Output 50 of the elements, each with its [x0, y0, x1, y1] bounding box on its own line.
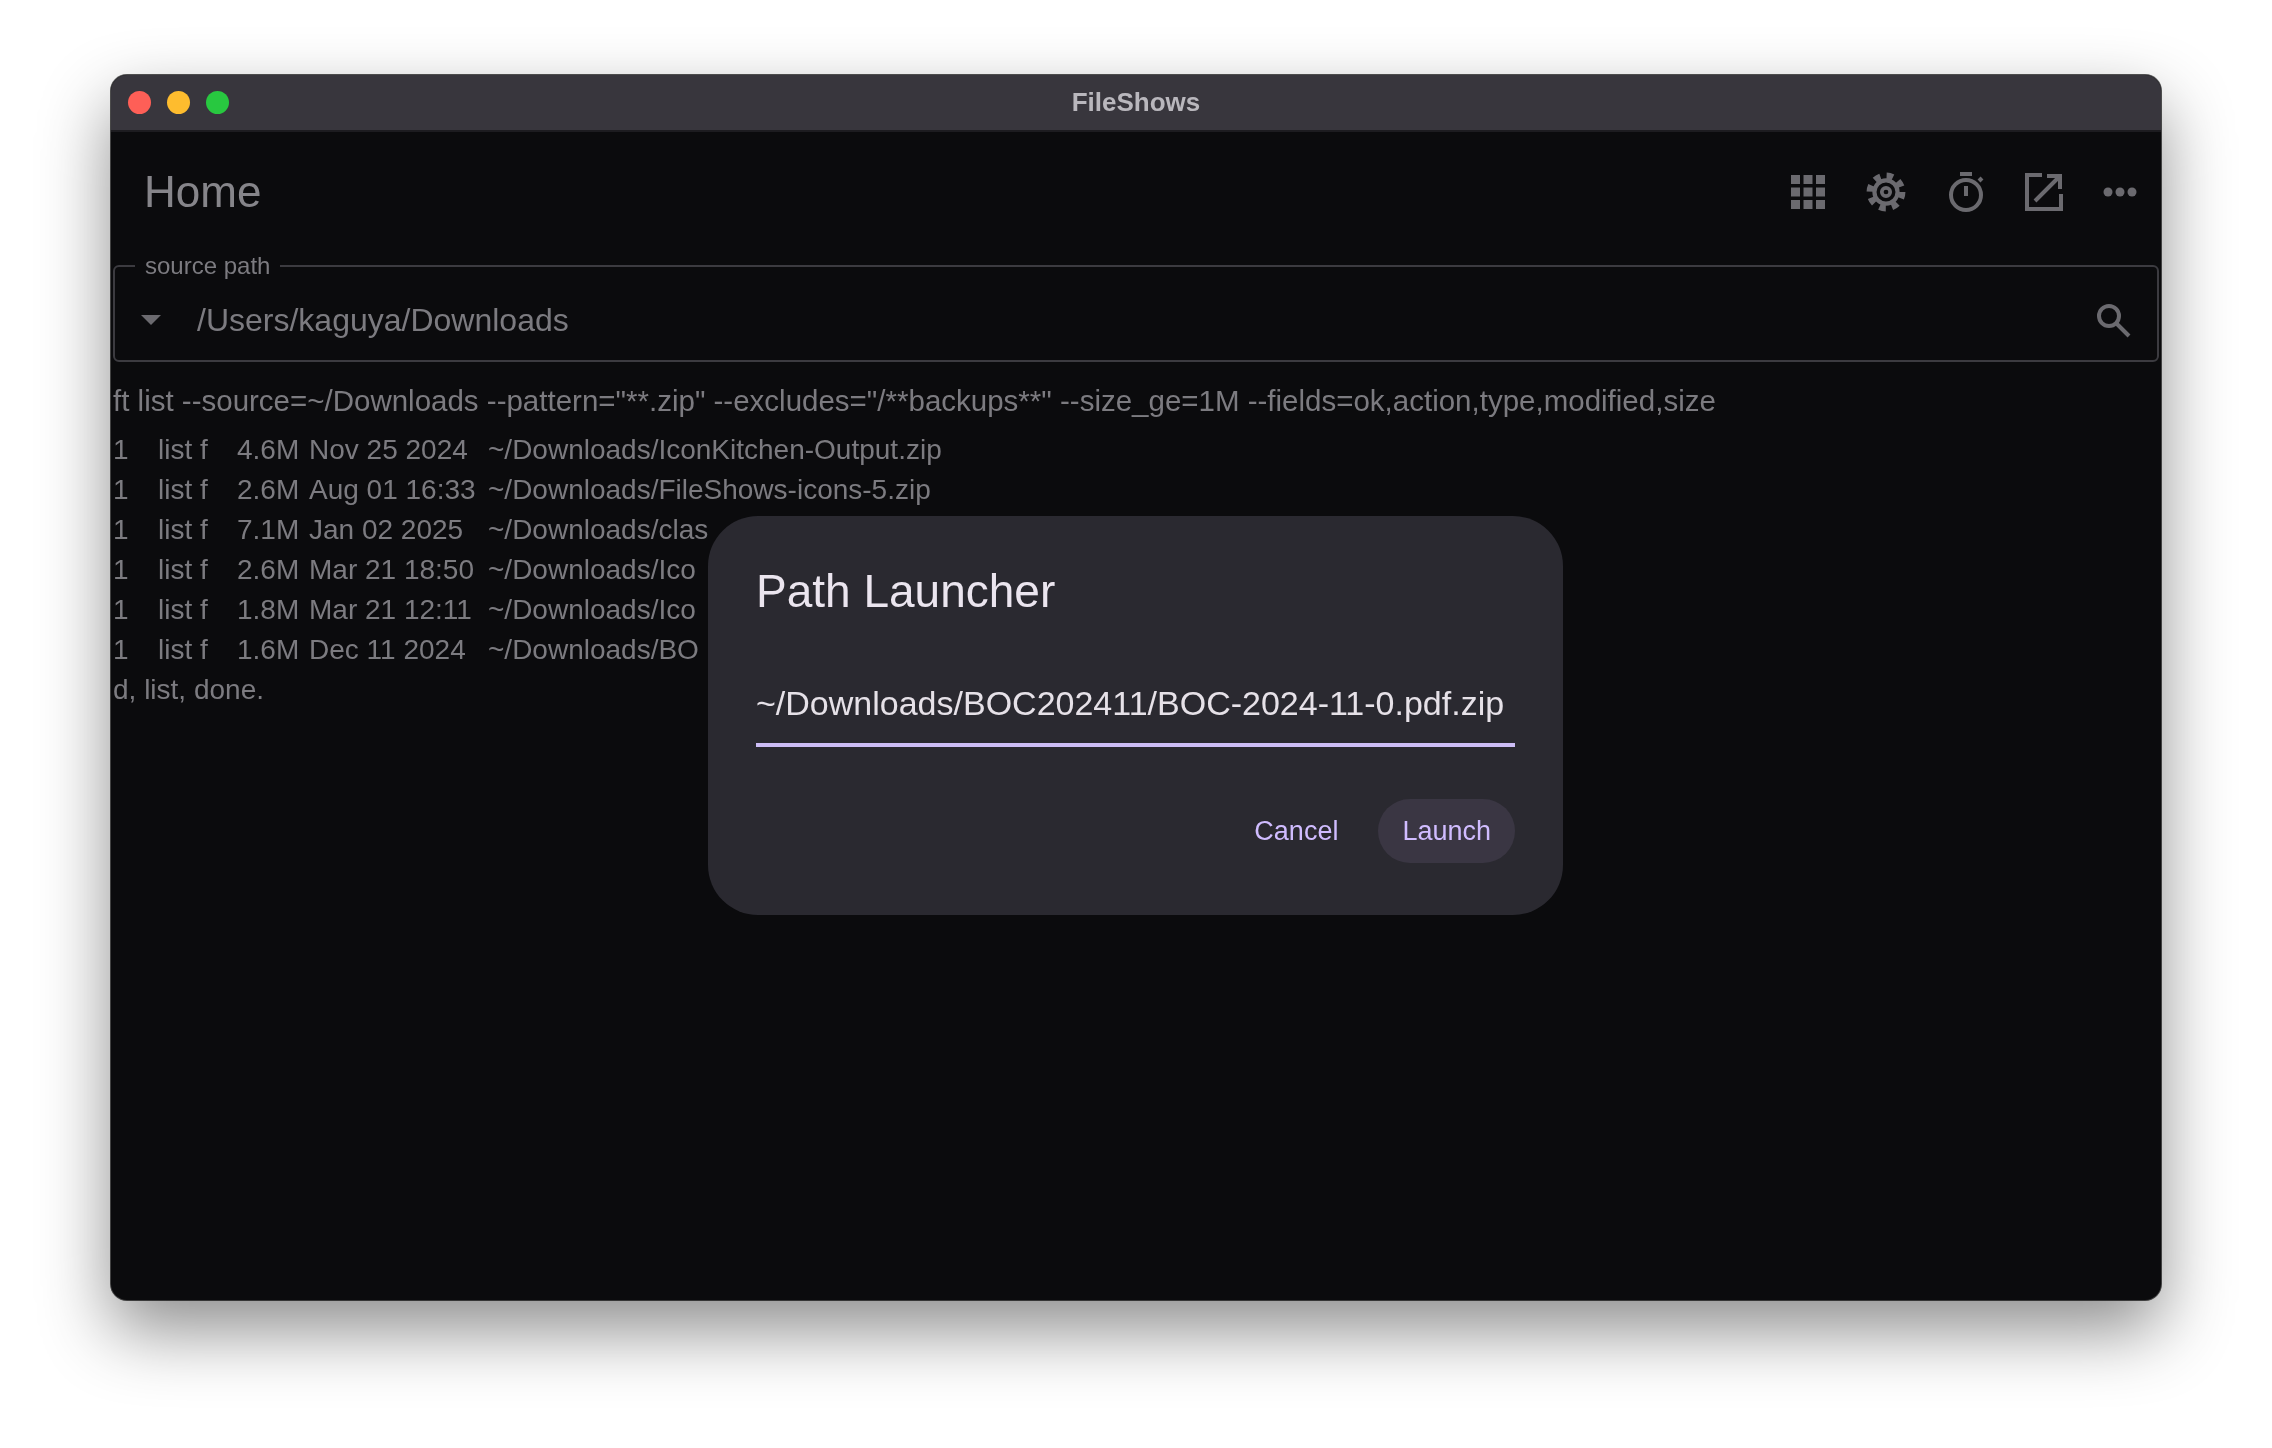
path-input[interactable]: ~/Downloads/BOC202411/BOC-2024-11-0.pdf.zip: [756, 684, 1515, 747]
close-button[interactable]: [128, 91, 151, 114]
size-cell-text: 1.6M: [237, 634, 301, 666]
ok-cell-text: 1: [113, 434, 130, 466]
ok-cell-text: 1: [113, 514, 130, 546]
settings-icon[interactable]: [1865, 171, 1907, 213]
zoom-button[interactable]: [206, 91, 229, 114]
modified-cell-text: Nov 25 2024: [309, 434, 469, 466]
stopwatch-icon[interactable]: [1947, 171, 1985, 213]
size-cell-text: 2.6M: [237, 554, 301, 586]
modified-cell-text: Mar 21 18:50: [309, 554, 475, 586]
page-title: Home: [144, 167, 262, 217]
ok-cell-text: 1: [113, 474, 130, 506]
path-cell: ~/Downloads/BO: [488, 634, 699, 666]
path-cell: ~/Downloads/Ico: [488, 594, 696, 626]
action-cell-text: list f: [158, 554, 209, 586]
action-cell-text: list f: [158, 634, 209, 666]
path-cell: ~/Downloads/Ico: [488, 554, 696, 586]
dialog-title: Path Launcher: [756, 564, 1057, 618]
path-cell: ~/Downloads/clas: [488, 514, 709, 546]
action-cell-text: list f: [158, 514, 209, 546]
field-label: source path: [144, 252, 272, 280]
modified-cell-text: Mar 21 12:11: [309, 594, 473, 626]
size-cell-text: 4.6M: [237, 434, 301, 466]
command-line: ft list --source=~/Downloads --pattern="**.zip" --excludes="/**backups**" --size_ge=1M --fields=ok,action,type,modified,size: [113, 384, 1716, 418]
search-icon[interactable]: [2095, 302, 2131, 338]
size-cell-text: 2.6M: [237, 474, 301, 506]
cancel-button[interactable]: Cancel: [1230, 799, 1363, 863]
ok-cell-text: 1: [113, 594, 130, 626]
launch-button[interactable]: Launch: [1378, 799, 1515, 863]
modified-cell-text: Dec 11 2024: [309, 634, 467, 666]
more-icon[interactable]: [2103, 187, 2137, 197]
modified-cell-text: Aug 01 16:33: [309, 474, 477, 506]
action-cell-text: list f: [158, 434, 209, 466]
size-cell-text: 7.1M: [237, 514, 301, 546]
status-line: d, list, done.: [113, 673, 264, 707]
window-title: FileShows: [1071, 87, 1201, 118]
caret-icon[interactable]: [141, 315, 161, 325]
minimize-button[interactable]: [167, 91, 190, 114]
action-cell-text: list f: [158, 594, 209, 626]
action-cell-text: list f: [158, 474, 209, 506]
modified-cell-text: Jan 02 2025: [309, 514, 465, 546]
field-value: /Users/kaguya/Downloads: [197, 301, 570, 339]
size-cell-text: 1.8M: [237, 594, 301, 626]
path-cell: ~/Downloads/IconKitchen-Output.zip: [488, 434, 942, 466]
external-link-icon[interactable]: [2025, 173, 2063, 211]
ok-cell-text: 1: [113, 634, 130, 666]
grid-icon[interactable]: [1791, 175, 1825, 209]
ok-cell-text: 1: [113, 554, 130, 586]
path-cell: ~/Downloads/FileShows-icons-5.zip: [488, 474, 931, 506]
